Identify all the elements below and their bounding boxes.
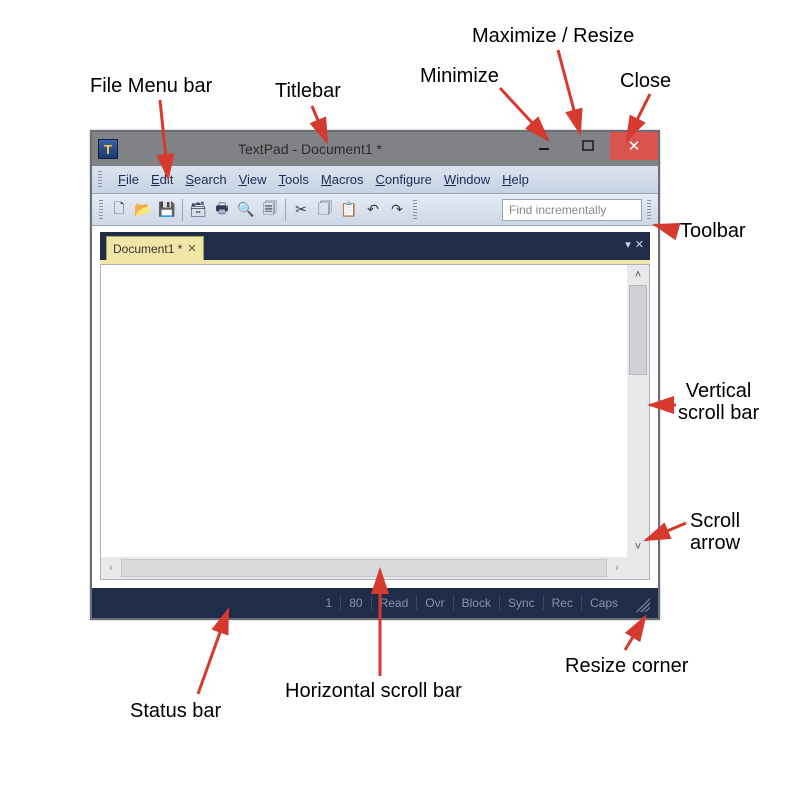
open-file-icon: 📂 (134, 201, 151, 218)
editor-body: ˄ ˅ ‹ › (100, 264, 650, 580)
document-tab[interactable]: Document1 * ✕ (106, 236, 204, 260)
menu-tools[interactable]: Tools (279, 172, 309, 187)
toolbar-grip-icon[interactable] (647, 200, 651, 220)
tab-strip-controls: ▾ ✕ (625, 238, 644, 251)
close-icon: ✕ (628, 137, 641, 155)
scroll-right-arrow-icon[interactable]: › (607, 557, 627, 579)
status-block: Block (453, 596, 499, 610)
annotation-scroll-arrow: Scroll arrow (690, 510, 740, 554)
status-line: 1 (318, 596, 341, 610)
close-button[interactable]: ✕ (610, 132, 658, 160)
paste-button[interactable]: 📋 (338, 199, 360, 221)
titlebar[interactable]: T TextPad - Document1 * ✕ (92, 132, 658, 166)
editor-area: ˄ ˅ ‹ › (100, 260, 650, 580)
toolbar-sep (285, 199, 286, 221)
scroll-down-arrow-icon[interactable]: ˅ (627, 537, 649, 557)
status-sync: Sync (499, 596, 543, 610)
menu-edit[interactable]: Edit (151, 172, 173, 187)
annotation-close: Close (620, 70, 671, 92)
redo-button[interactable]: ↷ (386, 199, 408, 221)
annotation-file-menu-bar: File Menu bar (90, 75, 212, 97)
annotation-vscroll: Vertical scroll bar (678, 380, 759, 424)
save-button[interactable]: 💾 (156, 199, 178, 221)
text-area[interactable] (101, 265, 627, 557)
new-file-icon: 🗋 (113, 198, 124, 222)
minimize-button[interactable] (522, 132, 566, 158)
annotation-resize-corner: Resize corner (565, 655, 688, 677)
scroll-left-arrow-icon[interactable]: ‹ (101, 557, 121, 579)
save-all-button[interactable]: 🗃 (187, 199, 209, 221)
vscroll-track[interactable] (627, 285, 649, 537)
undo-button[interactable]: ↶ (362, 199, 384, 221)
menu-configure[interactable]: Configure (376, 172, 432, 187)
tab-dropdown-icon[interactable]: ▾ (625, 238, 631, 251)
new-file-button[interactable]: 🗋 (108, 199, 130, 221)
find-icon: 🗐 (263, 198, 277, 222)
annotation-hscroll: Horizontal scroll bar (285, 680, 462, 702)
menu-macros[interactable]: Macros (321, 172, 364, 187)
paste-icon: 📋 (340, 201, 357, 218)
cut-button[interactable]: ✂ (290, 199, 312, 221)
print-preview-button[interactable]: 🔍 (235, 199, 257, 221)
window-title: TextPad - Document1 * (98, 141, 522, 157)
toolbar: 🗋 📂 💾 🗃 🖶 🔍 🗐 ✂ 🗍 📋 ↶ ↷ Find incremental… (92, 194, 658, 226)
print-button[interactable]: 🖶 (211, 199, 233, 221)
tab-close-icon[interactable]: ✕ (187, 242, 196, 255)
undo-icon: ↶ (367, 201, 379, 218)
scroll-corner (627, 557, 649, 579)
horizontal-scrollbar[interactable]: ‹ › (101, 557, 627, 579)
status-rec: Rec (543, 596, 581, 610)
status-caps: Caps (581, 596, 626, 610)
menu-search[interactable]: Search (185, 172, 226, 187)
window-controls: ✕ (522, 132, 658, 166)
annotation-titlebar: Titlebar (275, 80, 341, 102)
annotation-minimize: Minimize (420, 65, 499, 87)
menu-bar: File Edit Search View Tools Macros Confi… (92, 166, 658, 194)
print-preview-icon: 🔍 (237, 201, 254, 218)
status-read: Read (371, 596, 417, 610)
status-col: 80 (340, 596, 370, 610)
toolbar-sep (182, 199, 183, 221)
maximize-button[interactable] (566, 132, 610, 158)
app-window: T TextPad - Document1 * ✕ File Edit Sear… (90, 130, 660, 620)
menu-file[interactable]: File (118, 172, 139, 187)
find-button[interactable]: 🗐 (259, 199, 281, 221)
hscroll-track[interactable] (121, 557, 607, 579)
print-icon: 🖶 (215, 198, 228, 222)
cut-icon: ✂ (295, 201, 307, 218)
annotation-maximize: Maximize / Resize (472, 25, 634, 47)
minimize-icon (538, 139, 550, 151)
vscroll-thumb[interactable] (629, 285, 647, 375)
redo-icon: ↷ (391, 201, 403, 218)
save-all-icon: 🗃 (189, 201, 207, 218)
status-bar: 1 80 Read Ovr Block Sync Rec Caps (92, 588, 658, 618)
menu-view[interactable]: View (239, 172, 267, 187)
toolbar-grip-icon[interactable] (99, 200, 103, 220)
document-tab-row: Document1 * ✕ ▾ ✕ (100, 232, 650, 260)
menu-window[interactable]: Window (444, 172, 490, 187)
maximize-icon (582, 139, 594, 151)
status-ovr: Ovr (416, 596, 452, 610)
tab-close-all-icon[interactable]: ✕ (635, 238, 644, 251)
find-placeholder: Find incrementally (509, 203, 606, 217)
hscroll-thumb[interactable] (121, 559, 607, 577)
menu-help[interactable]: Help (502, 172, 529, 187)
save-icon: 💾 (158, 201, 175, 218)
toolbar-grip-icon[interactable] (413, 200, 417, 220)
menubar-grip-icon[interactable] (98, 171, 102, 189)
annotation-statusbar: Status bar (130, 700, 221, 722)
copy-button[interactable]: 🗍 (314, 199, 336, 221)
resize-grip-icon[interactable] (632, 594, 650, 612)
annotation-toolbar: Toolbar (680, 220, 746, 242)
scroll-up-arrow-icon[interactable]: ˄ (627, 265, 649, 285)
open-file-button[interactable]: 📂 (132, 199, 154, 221)
find-input[interactable]: Find incrementally (502, 199, 642, 221)
vertical-scrollbar[interactable]: ˄ ˅ (627, 265, 649, 557)
document-tab-label: Document1 * (113, 242, 182, 256)
copy-icon: 🗍 (318, 198, 332, 222)
